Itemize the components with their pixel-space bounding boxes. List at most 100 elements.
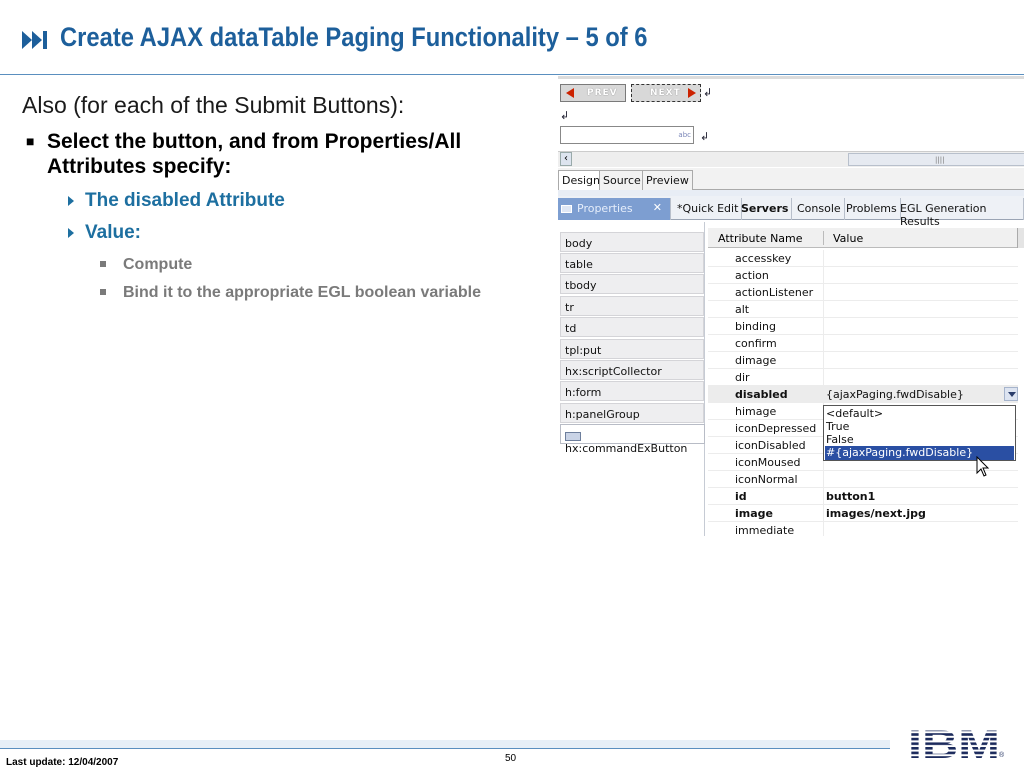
tab-design[interactable]: Design <box>558 170 604 190</box>
grip-icon: |||| <box>935 156 945 164</box>
scroll-left-icon[interactable]: ‹ <box>560 152 572 166</box>
triangle-bullet-icon <box>68 196 74 206</box>
tree-item[interactable]: tpl:put <box>560 339 704 359</box>
dropdown-option[interactable]: False <box>825 433 1014 447</box>
ibm-logo: IBM <box>905 724 1003 762</box>
tree-item[interactable]: h:panelGroup <box>560 403 704 423</box>
attr-name: binding <box>735 320 777 333</box>
cell-divider <box>823 301 824 318</box>
bullet1-text: Select the button, and from Properties/A… <box>47 130 462 178</box>
table-row-disabled[interactable]: disabled {ajaxPaging.fwdDisable} <box>708 386 1018 403</box>
cell-divider <box>823 369 824 386</box>
tab-servers[interactable]: Servers <box>738 198 793 220</box>
dropdown-option[interactable]: <default> <box>825 407 1014 421</box>
col-value[interactable]: Value <box>833 232 863 245</box>
table-row[interactable]: dimage <box>708 352 1018 369</box>
tree-item[interactable]: body <box>560 232 704 252</box>
tree-item[interactable]: td <box>560 317 704 337</box>
attr-value[interactable]: button1 <box>826 490 875 503</box>
sub2-text: Value: <box>85 222 141 243</box>
attr-name: disabled <box>735 388 788 401</box>
next-label: NEXT <box>650 88 681 98</box>
sub-bullet-value: Value: <box>22 221 542 245</box>
table-row[interactable]: actionListener <box>708 284 1018 301</box>
tree-item[interactable]: tbody <box>560 274 704 294</box>
text-input-field[interactable]: abc <box>560 126 694 144</box>
fast-forward-icon <box>22 31 47 49</box>
return-mark-icon: ↲ <box>560 109 570 122</box>
mouse-pointer-icon <box>976 456 990 477</box>
disabled-value-dropdown[interactable]: <default> True False #{ajaxPaging.fwdDis… <box>823 405 1016 461</box>
last-update-text: Last update: 12/04/2007 <box>6 757 119 768</box>
attr-value-combo[interactable]: {ajaxPaging.fwdDisable} <box>826 388 964 401</box>
cell-divider <box>823 488 824 505</box>
table-row[interactable]: dir <box>708 369 1018 386</box>
square-bullet-icon <box>100 289 106 295</box>
table-row[interactable]: accesskey <box>708 250 1018 267</box>
prev-button[interactable]: PREV <box>560 84 626 102</box>
attr-name: accesskey <box>735 252 792 265</box>
tree-item[interactable]: tr <box>560 296 704 316</box>
table-row[interactable]: iconNormal <box>708 471 1018 488</box>
tree-item-selected[interactable]: hx:commandExButton <box>560 424 705 455</box>
table-row[interactable]: id button1 <box>708 488 1018 505</box>
cell-divider <box>823 522 824 536</box>
attributes-table: Attribute Name Value accesskey action ac… <box>708 228 1024 536</box>
cell-divider <box>823 284 824 301</box>
table-row[interactable]: confirm <box>708 335 1018 352</box>
footer-divider <box>0 748 890 749</box>
attr-name: immediate <box>735 524 795 536</box>
title-divider <box>0 74 560 75</box>
vertical-scrollbar[interactable] <box>1017 228 1024 248</box>
cell-divider <box>823 505 824 522</box>
attr-name: iconNormal <box>735 473 798 486</box>
view-tabs: Properties ✕ *Quick Edit Servers Console… <box>558 196 1024 228</box>
attr-name: iconDisabled <box>735 439 806 452</box>
tab-console[interactable]: Console <box>794 198 845 220</box>
next-button[interactable]: NEXT <box>631 84 701 102</box>
table-row[interactable]: immediate <box>708 522 1018 536</box>
tab-quick-edit[interactable]: *Quick Edit <box>674 198 743 220</box>
tab-problems[interactable]: Problems <box>843 198 901 220</box>
tab-preview[interactable]: Preview <box>642 170 693 190</box>
attr-name: iconMoused <box>735 456 801 469</box>
tab-properties-label: Properties <box>577 202 633 215</box>
editor-tabs: Design Source Preview <box>558 168 1024 190</box>
return-mark-icon: ↲ <box>700 130 710 143</box>
tab-properties[interactable]: Properties ✕ <box>558 198 671 220</box>
table-row[interactable]: binding <box>708 318 1018 335</box>
attr-value[interactable]: images/next.jpg <box>826 507 926 520</box>
ide-screenshot: PREV NEXT ↲ ↲ abc ↲ ‹ |||| Design Source… <box>558 76 1024 536</box>
cell-divider <box>823 352 824 369</box>
title-divider-right <box>560 74 1024 75</box>
scroll-thumb[interactable]: |||| <box>848 153 1024 166</box>
tree-item[interactable]: hx:scriptCollector <box>560 360 704 380</box>
square-bullet-icon <box>100 261 106 267</box>
sub2-item-text: Bind it to the appropriate EGL boolean v… <box>123 284 481 301</box>
attr-name: iconDepressed <box>735 422 817 435</box>
slide-title: Create AJAX dataTable Paging Functionali… <box>60 22 648 52</box>
tab-source[interactable]: Source <box>599 170 645 190</box>
table-row[interactable]: action <box>708 267 1018 284</box>
dropdown-option[interactable]: True <box>825 420 1014 434</box>
cell-divider <box>823 267 824 284</box>
attr-name: action <box>735 269 769 282</box>
col-attribute-name[interactable]: Attribute Name <box>718 232 803 245</box>
horizontal-scrollbar[interactable]: ‹ |||| <box>558 151 1024 167</box>
chevron-down-icon[interactable] <box>1004 387 1018 401</box>
table-row[interactable]: image images/next.jpg <box>708 505 1018 522</box>
arrow-right-icon <box>688 88 696 98</box>
table-row[interactable]: alt <box>708 301 1018 318</box>
tab-egl-generation-results[interactable]: EGL Generation Results <box>897 198 1024 228</box>
tree-item[interactable]: table <box>560 253 704 273</box>
sub1-text: The disabled Attribute <box>85 190 285 211</box>
close-icon[interactable]: ✕ <box>653 201 662 214</box>
attr-name: alt <box>735 303 750 316</box>
table-header: Attribute Name Value <box>708 228 1024 248</box>
spellcheck-icon: abc <box>678 131 691 139</box>
trademark-symbol: ® <box>999 752 1005 759</box>
tree-item[interactable]: h:form <box>560 381 704 401</box>
triangle-bullet-icon <box>68 228 74 238</box>
sub-bullet-disabled: The disabled Attribute <box>22 189 542 213</box>
attr-name: dir <box>735 371 750 384</box>
